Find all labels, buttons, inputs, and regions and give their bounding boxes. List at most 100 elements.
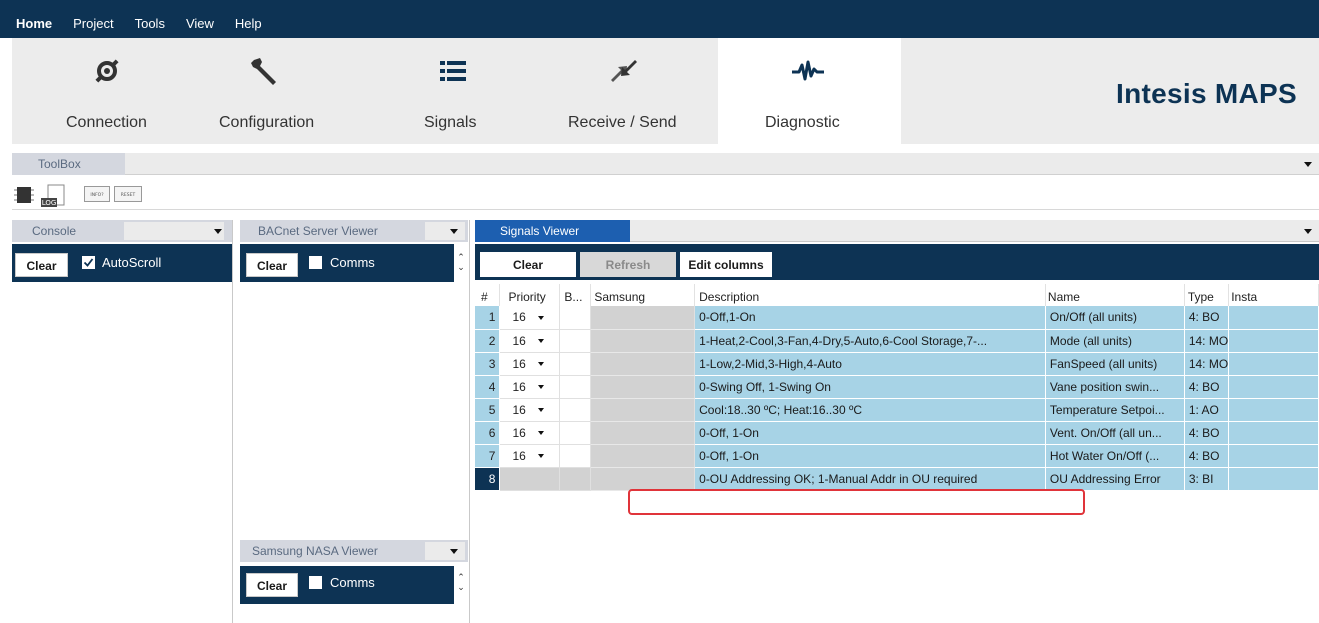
menu-help[interactable]: Help	[231, 16, 266, 31]
priority-dropdown-icon[interactable]	[537, 431, 544, 436]
row-number[interactable]: 4	[475, 375, 501, 399]
samsung-cell[interactable]	[590, 444, 696, 468]
priority-cell[interactable]: 16	[499, 329, 561, 353]
name-cell[interactable]: On/Off (all units)	[1045, 306, 1185, 330]
type-cell[interactable]: 4: BO	[1184, 306, 1230, 330]
row-number[interactable]: 2	[475, 329, 501, 353]
priority-dropdown-icon[interactable]	[537, 454, 544, 459]
table-row[interactable]: 8 0-OU Addressing OK; 1-Manual Addr in OU…	[475, 467, 1319, 491]
nasa-comms-checkbox[interactable]	[309, 576, 322, 589]
tab-signals-viewer[interactable]: Signals Viewer	[475, 220, 630, 242]
priority-cell[interactable]: 16	[499, 352, 561, 376]
priority-dropdown-icon[interactable]	[537, 408, 544, 413]
toolbox-tab[interactable]: ToolBox	[12, 153, 125, 175]
tab-receive-send[interactable]: Receive / Send	[562, 38, 692, 144]
b-cell[interactable]	[559, 421, 592, 445]
bacnet-comms-checkbox[interactable]	[309, 256, 322, 269]
column-header[interactable]: B...	[559, 284, 592, 306]
instance-cell[interactable]	[1228, 352, 1319, 376]
description-cell[interactable]: 0-Swing Off, 1-Swing On	[694, 375, 1046, 399]
priority-cell[interactable]: 16	[499, 375, 561, 399]
info-button-icon[interactable]: INFO?	[84, 184, 110, 207]
name-cell[interactable]: Hot Water On/Off (...	[1045, 444, 1185, 468]
b-cell[interactable]	[559, 398, 592, 422]
column-header[interactable]: Samsung	[590, 284, 696, 306]
column-header[interactable]: #	[475, 284, 501, 306]
b-cell[interactable]	[559, 467, 592, 491]
type-cell[interactable]: 4: BO	[1184, 444, 1230, 468]
tab-diagnostic[interactable]: Diagnostic	[718, 38, 901, 144]
table-row[interactable]: 6 16 0-Off, 1-On Vent. On/Off (all un... 4: …	[475, 421, 1319, 445]
menu-project[interactable]: Project	[69, 16, 117, 31]
console-dropdown-icon[interactable]	[214, 229, 222, 234]
b-cell[interactable]	[559, 375, 592, 399]
bacnet-dropdown-icon[interactable]	[450, 229, 458, 234]
name-cell[interactable]: FanSpeed (all units)	[1045, 352, 1185, 376]
signals-viewer-dropdown-icon[interactable]	[1304, 229, 1312, 234]
description-cell[interactable]: 0-Off,1-On	[694, 306, 1046, 330]
priority-cell[interactable]: 16	[499, 444, 561, 468]
samsung-cell[interactable]	[590, 421, 696, 445]
name-cell[interactable]: OU Addressing Error	[1045, 467, 1185, 491]
name-cell[interactable]: Mode (all units)	[1045, 329, 1185, 353]
priority-dropdown-icon[interactable]	[537, 316, 544, 321]
row-number[interactable]: 8	[475, 467, 501, 491]
type-cell[interactable]: 14: MO	[1184, 329, 1230, 353]
menu-view[interactable]: View	[182, 16, 218, 31]
b-cell[interactable]	[559, 352, 592, 376]
priority-cell[interactable]: 16	[499, 306, 561, 330]
autoscroll-checkbox[interactable]	[82, 256, 95, 269]
chip-icon[interactable]	[14, 184, 34, 209]
table-row[interactable]: 1 16 0-Off,1-On On/Off (all units) 4: BO	[475, 306, 1319, 330]
name-cell[interactable]: Temperature Setpoi...	[1045, 398, 1185, 422]
type-cell[interactable]: 1: AO	[1184, 398, 1230, 422]
instance-cell[interactable]	[1228, 375, 1319, 399]
bacnet-scroll-icon[interactable]: ⌃ ⌄	[454, 252, 468, 278]
priority-dropdown-icon[interactable]	[537, 385, 544, 390]
row-number[interactable]: 5	[475, 398, 501, 422]
column-header[interactable]: Name	[1045, 284, 1185, 306]
refresh-button[interactable]: Refresh	[580, 252, 676, 277]
name-cell[interactable]: Vane position swin...	[1045, 375, 1185, 399]
samsung-cell[interactable]	[590, 352, 696, 376]
b-cell[interactable]	[559, 329, 592, 353]
table-row[interactable]: 7 16 0-Off, 1-On Hot Water On/Off (... 4: BO	[475, 444, 1319, 468]
priority-cell[interactable]	[499, 467, 561, 491]
tab-configuration[interactable]: Configuration	[212, 38, 342, 144]
signals-clear-button[interactable]: Clear	[480, 252, 576, 277]
instance-cell[interactable]	[1228, 329, 1319, 353]
tab-signals[interactable]: Signals	[407, 38, 507, 144]
samsung-cell[interactable]	[590, 329, 696, 353]
tab-connection[interactable]: Connection	[42, 38, 172, 144]
menu-tools[interactable]: Tools	[131, 16, 169, 31]
instance-cell[interactable]	[1228, 306, 1319, 330]
row-number[interactable]: 6	[475, 421, 501, 445]
priority-cell[interactable]: 16	[499, 398, 561, 422]
type-cell[interactable]: 14: MO	[1184, 352, 1230, 376]
menu-home[interactable]: Home	[12, 16, 56, 31]
type-cell[interactable]: 4: BO	[1184, 421, 1230, 445]
table-row[interactable]: 2 16 1-Heat,2-Cool,3-Fan,4-Dry,5-Auto,6-Co…	[475, 329, 1319, 353]
row-number[interactable]: 1	[475, 306, 501, 330]
samsung-cell[interactable]	[590, 467, 696, 491]
row-number[interactable]: 3	[475, 352, 501, 376]
priority-dropdown-icon[interactable]	[537, 339, 544, 344]
description-cell[interactable]: Cool:18..30 ºC; Heat:16..30 ºC	[694, 398, 1046, 422]
description-cell[interactable]: 1-Low,2-Mid,3-High,4-Auto	[694, 352, 1046, 376]
table-row[interactable]: 5 16 Cool:18..30 ºC; Heat:16..30 ºC Tempera…	[475, 398, 1319, 422]
bacnet-clear-button[interactable]: Clear	[246, 253, 298, 277]
b-cell[interactable]	[559, 444, 592, 468]
nasa-dropdown-icon[interactable]	[450, 549, 458, 554]
column-header[interactable]: Type	[1184, 284, 1230, 306]
description-cell[interactable]: 0-Off, 1-On	[694, 421, 1046, 445]
column-header[interactable]: Priority	[499, 284, 561, 306]
instance-cell[interactable]	[1228, 398, 1319, 422]
samsung-cell[interactable]	[590, 306, 696, 330]
priority-cell[interactable]: 16	[499, 421, 561, 445]
samsung-cell[interactable]	[590, 398, 696, 422]
description-cell[interactable]: 1-Heat,2-Cool,3-Fan,4-Dry,5-Auto,6-Cool …	[694, 329, 1046, 353]
row-number[interactable]: 7	[475, 444, 501, 468]
name-cell[interactable]: Vent. On/Off (all un...	[1045, 421, 1185, 445]
instance-cell[interactable]	[1228, 444, 1319, 468]
nasa-scroll-icon[interactable]: ⌃ ⌄	[454, 572, 468, 598]
